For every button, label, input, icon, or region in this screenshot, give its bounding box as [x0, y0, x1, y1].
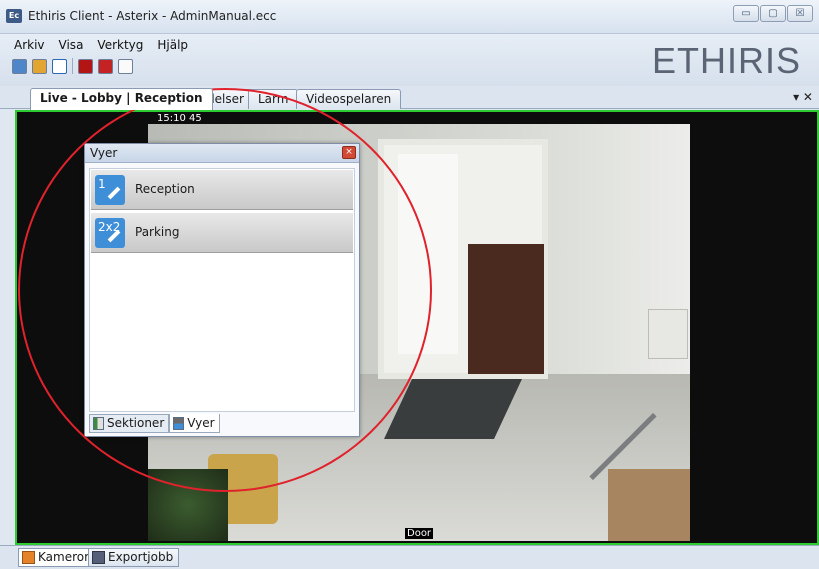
camera-scene-window	[398, 154, 458, 354]
views-panel-title[interactable]: Vyer ×	[85, 144, 359, 163]
tab-strip-controls[interactable]: ▾ ✕	[793, 90, 813, 104]
save-icon[interactable]	[32, 58, 47, 74]
ethiris-client-window: Ec Ethiris Client - Asterix - AdminManua…	[0, 0, 819, 569]
views-icon	[173, 416, 185, 430]
tab-videospelaren[interactable]: Videospelaren	[296, 89, 402, 109]
power-icon[interactable]	[98, 58, 113, 74]
sections-icon	[93, 417, 104, 430]
record-icon[interactable]	[78, 58, 93, 74]
window-title: Ethiris Client - Asterix - AdminManual.e…	[28, 9, 277, 23]
window-controls: ▭ ▢ ☒	[733, 5, 813, 22]
view-tab-strip: Live - Lobby | Reception Händelser Larm …	[0, 86, 819, 110]
brand-logo: ETHIRIS	[651, 40, 801, 81]
bottom-tab-bar: Kameror Exportjobb	[0, 545, 819, 569]
menu-toolbar-area: Arkiv Visa Verktyg Hjälp ETHIRIS	[0, 34, 819, 86]
view-item-parking[interactable]: 2x2 Parking	[91, 213, 353, 253]
refresh-icon[interactable]	[52, 58, 67, 74]
tab-sektioner[interactable]: Sektioner	[89, 414, 170, 433]
tab-vyer[interactable]: Vyer	[169, 414, 220, 433]
camera-icon	[22, 551, 35, 564]
close-button[interactable]: ☒	[787, 5, 813, 22]
toolbar-separator	[72, 58, 73, 74]
title-bar: Ec Ethiris Client - Asterix - AdminManua…	[0, 0, 819, 34]
toolbar	[12, 58, 133, 74]
export-icon[interactable]	[118, 58, 133, 74]
views-panel-tabs: Sektioner Vyer	[89, 414, 220, 434]
tab-exportjobb-label: Exportjobb	[108, 550, 174, 564]
menu-arkiv[interactable]: Arkiv	[14, 38, 45, 52]
single-view-icon: 1	[95, 175, 125, 205]
views-list: 1 Reception 2x2 Parking	[89, 168, 355, 412]
minimize-button[interactable]: ▭	[733, 5, 759, 22]
tab-kameror[interactable]: Kameror	[18, 548, 96, 567]
pencil-icon	[107, 186, 121, 200]
camera-name-label: Door	[405, 528, 434, 539]
views-panel-title-text: Vyer	[90, 146, 118, 160]
camera-scene-radiator	[648, 309, 688, 359]
menu-verktyg[interactable]: Verktyg	[97, 38, 143, 52]
tab-larm[interactable]: Larm	[248, 89, 299, 109]
tab-vyer-label: Vyer	[187, 415, 215, 430]
view-item-label: Parking	[135, 225, 180, 239]
camera-scene-desk	[608, 469, 690, 541]
menu-bar: Arkiv Visa Verktyg Hjälp	[14, 38, 188, 52]
menu-visa[interactable]: Visa	[59, 38, 84, 52]
menu-hjalp[interactable]: Hjälp	[157, 38, 188, 52]
view-item-reception[interactable]: 1 Reception	[91, 170, 353, 210]
grid-view-icon: 2x2	[95, 218, 125, 248]
camera-scene-hallway	[468, 244, 544, 374]
views-panel[interactable]: Vyer × 1 Reception 2x2 Parking Sektioner…	[84, 143, 360, 437]
app-icon: Ec	[6, 9, 22, 23]
maximize-button[interactable]: ▢	[760, 5, 786, 22]
camera-timestamp: 15:10 45	[157, 113, 202, 124]
tab-kameror-label: Kameror	[38, 550, 90, 564]
tab-exportjobb[interactable]: Exportjobb	[88, 548, 180, 567]
tab-sektioner-label: Sektioner	[107, 416, 165, 430]
view-item-label: Reception	[135, 182, 195, 196]
views-panel-close-button[interactable]: ×	[342, 146, 356, 159]
export-job-icon	[92, 551, 105, 564]
tab-live-lobby-reception[interactable]: Live - Lobby | Reception	[30, 88, 213, 110]
view-icon-text: 1	[98, 177, 106, 191]
settings-icon[interactable]	[12, 58, 27, 74]
camera-scene-plant	[148, 469, 228, 541]
